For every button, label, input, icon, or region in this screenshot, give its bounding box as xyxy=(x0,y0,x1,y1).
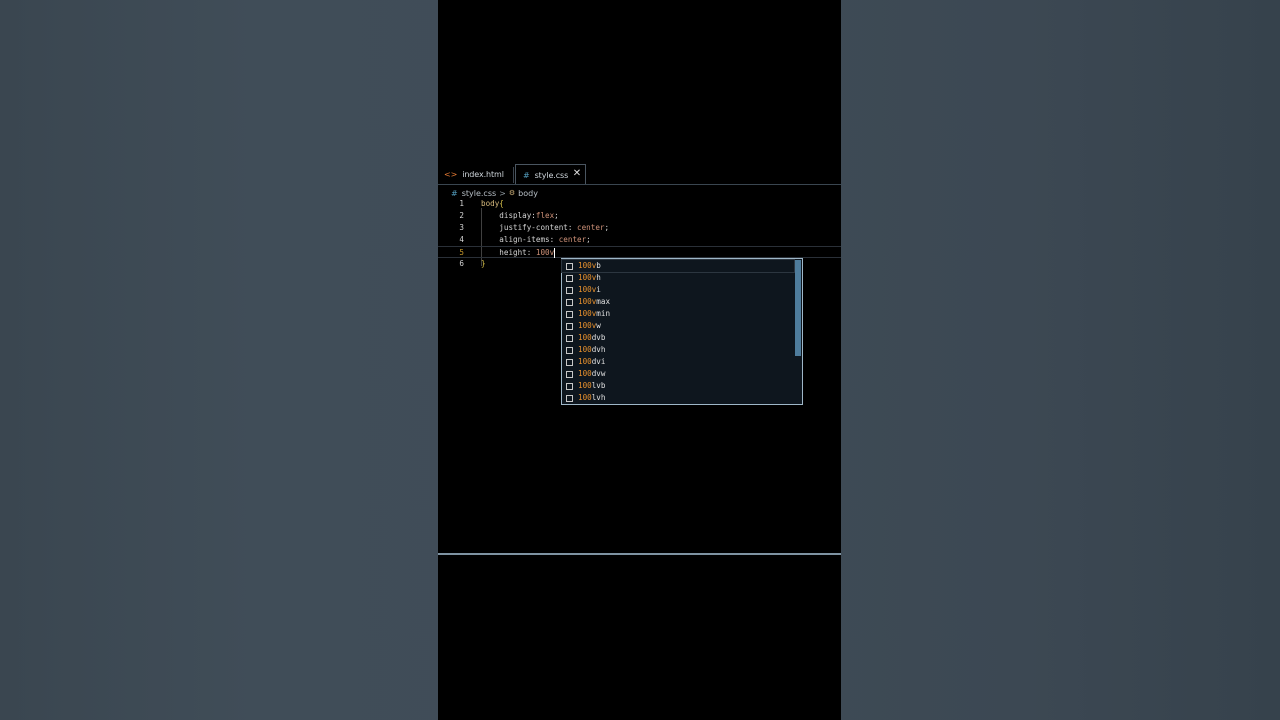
suggestion-item[interactable]: 100v max xyxy=(562,296,794,308)
tab-label: index.html xyxy=(462,170,504,179)
panel-divider[interactable] xyxy=(438,553,841,555)
suggestion-item[interactable]: 100 dvw xyxy=(562,368,794,380)
suggestion-item[interactable]: 100 dvh xyxy=(562,344,794,356)
suggestion-item[interactable]: 100 lvb xyxy=(562,380,794,392)
unit-icon xyxy=(566,358,573,366)
line-number: 3 xyxy=(459,223,464,232)
suggestion-list: 100v b 100v h 100v i 100v max 100v min 100v w … xyxy=(561,259,795,404)
unit-icon xyxy=(566,346,573,354)
unit-icon xyxy=(566,322,573,330)
tab-index-html[interactable]: <> index.html xyxy=(444,164,504,185)
unit-icon xyxy=(566,298,573,306)
unit-icon xyxy=(566,334,573,342)
autocomplete-popup: 100v b 100v h 100v i 100v max 100v min 100v w … xyxy=(561,258,803,405)
code-line: 3 justify-content: center; xyxy=(438,222,841,234)
css-file-icon: # xyxy=(451,188,458,198)
code-line: 4 align-items: center; xyxy=(438,234,841,246)
suggestion-item[interactable]: 100 dvb xyxy=(562,332,794,344)
line-text: } xyxy=(481,259,486,268)
unit-icon xyxy=(566,382,573,390)
suggestion-item[interactable]: 100v i xyxy=(562,284,794,296)
breadcrumb-separator: > xyxy=(499,188,506,198)
code-line: 1 body{ xyxy=(438,198,841,210)
code-line-current: 5 height: 100v xyxy=(438,246,841,258)
editor-frame: <> index.html # style.css ✕ # style.css … xyxy=(438,0,841,720)
breadcrumb-symbol[interactable]: body xyxy=(518,189,538,198)
suggestion-item[interactable]: 100v min xyxy=(562,308,794,320)
line-number: 6 xyxy=(459,259,464,268)
tab-bar: <> index.html # style.css ✕ xyxy=(438,164,841,185)
code-line: 2 display:flex; xyxy=(438,210,841,222)
html-file-icon: <> xyxy=(444,170,458,179)
suggestion-item[interactable]: 100v w xyxy=(562,320,794,332)
tab-style-css[interactable]: # style.css ✕ xyxy=(515,164,586,185)
line-text: justify-content: center; xyxy=(499,223,610,232)
line-text: body{ xyxy=(481,199,504,208)
line-text: display:flex; xyxy=(499,211,559,220)
symbol-icon: ⚙ xyxy=(508,189,516,197)
line-number: 4 xyxy=(459,235,464,244)
suggestion-item[interactable]: 100 dvi xyxy=(562,356,794,368)
tab-underline xyxy=(438,184,841,185)
tab-separator xyxy=(513,167,514,183)
text-cursor xyxy=(554,248,556,258)
breadcrumb-file[interactable]: style.css xyxy=(462,189,496,198)
unit-icon xyxy=(566,370,573,378)
tab-label: style.css xyxy=(534,170,569,180)
unit-icon xyxy=(566,262,573,270)
suggestion-item[interactable]: 100v b xyxy=(561,259,795,273)
suggestion-item[interactable]: 100 lvh xyxy=(562,392,794,404)
suggestion-scrollbar[interactable] xyxy=(795,260,801,356)
close-icon[interactable]: ✕ xyxy=(573,168,581,179)
line-number: 1 xyxy=(459,199,464,208)
css-file-icon: # xyxy=(523,170,530,180)
unit-icon xyxy=(566,310,573,318)
unit-icon xyxy=(566,274,573,282)
unit-icon xyxy=(566,394,573,402)
line-text: align-items: center; xyxy=(499,235,591,244)
suggestion-item[interactable]: 100v h xyxy=(562,272,794,284)
unit-icon xyxy=(566,286,573,294)
line-number: 2 xyxy=(459,211,464,220)
